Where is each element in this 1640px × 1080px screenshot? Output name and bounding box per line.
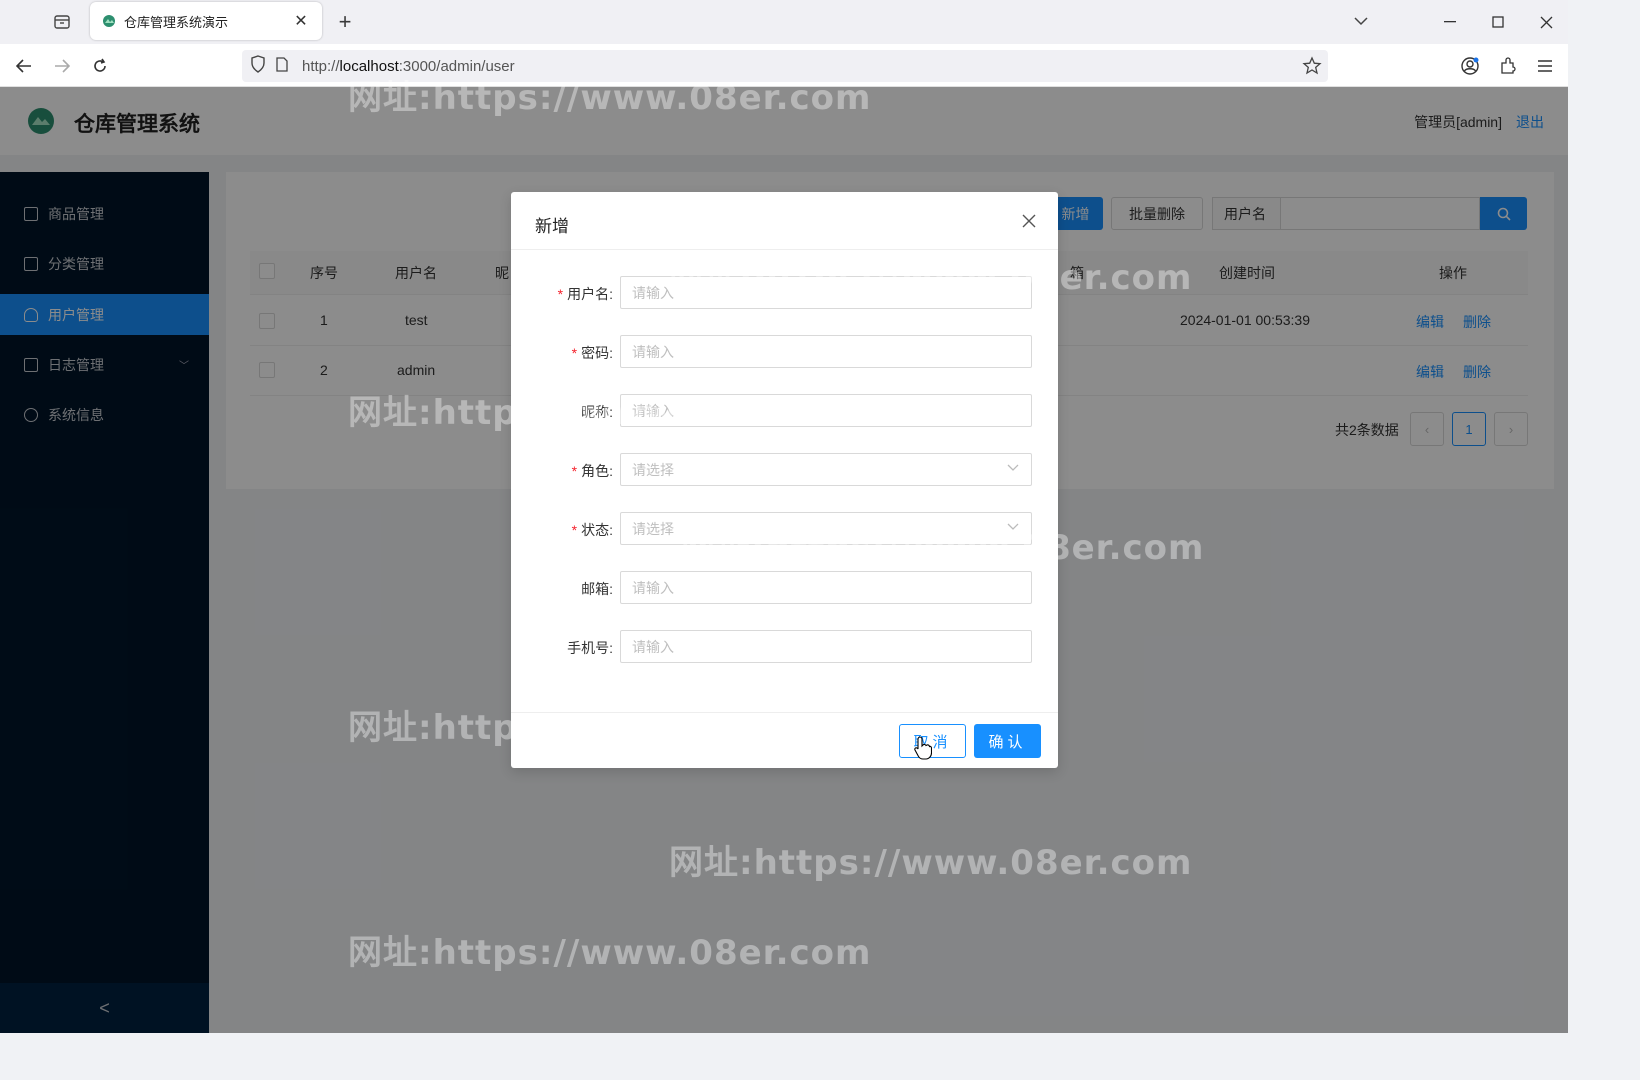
maximize-icon[interactable]: [1486, 10, 1510, 34]
nickname-input[interactable]: 请输入: [620, 394, 1032, 427]
browser-tab[interactable]: 仓库管理系统演示 ✕: [90, 2, 322, 40]
browser-tab-strip: 仓库管理系统演示 ✕ +: [0, 0, 1568, 44]
favicon-icon: [103, 15, 115, 27]
field-label-nickname: 昵称:: [581, 404, 613, 420]
address-bar[interactable]: http://localhost:3000/admin/user: [242, 50, 1328, 82]
menu-icon[interactable]: [1533, 54, 1557, 78]
page-info-icon[interactable]: [276, 56, 290, 76]
chevron-down-icon: [1007, 464, 1019, 471]
add-user-modal: 新增 * 用户名: 请输入 * 密码: 请输入 昵称: 请输入 * 角色: 请选择 *…: [511, 192, 1058, 768]
status-select-placeholder: 请选择: [632, 520, 674, 537]
forward-icon[interactable]: [50, 54, 74, 78]
shield-icon[interactable]: [250, 55, 266, 77]
url-prefix: http://: [302, 57, 340, 75]
reload-icon[interactable]: [88, 54, 112, 78]
divider: [511, 712, 1058, 713]
username-input[interactable]: 请输入: [620, 276, 1032, 309]
back-icon[interactable]: [12, 54, 36, 78]
field-label-phone: 手机号:: [567, 640, 613, 656]
status-select[interactable]: 请选择: [620, 512, 1032, 545]
url-host: localhost: [339, 57, 399, 75]
role-select[interactable]: 请选择: [620, 453, 1032, 486]
field-label-email: 邮箱:: [581, 581, 613, 597]
chevron-down-icon: [1007, 523, 1019, 530]
minimize-icon[interactable]: [1438, 10, 1462, 34]
new-tab-icon[interactable]: +: [334, 9, 356, 34]
hand-cursor-icon: [914, 736, 933, 763]
field-label-status: * 状态:: [571, 522, 613, 538]
close-tab-icon[interactable]: ✕: [292, 11, 310, 31]
tab-title: 仓库管理系统演示: [124, 14, 229, 30]
tab-list-chevron-icon[interactable]: [1350, 10, 1372, 32]
extensions-icon[interactable]: [1496, 54, 1520, 78]
cancel-button[interactable]: 取消: [899, 724, 966, 758]
divider: [511, 249, 1058, 250]
phone-input[interactable]: 请输入: [620, 630, 1032, 663]
tab-overview-icon[interactable]: [50, 10, 74, 34]
account-icon[interactable]: [1458, 54, 1482, 78]
email-input[interactable]: 请输入: [620, 571, 1032, 604]
modal-title: 新增: [535, 217, 569, 236]
field-label-username: * 用户名:: [557, 286, 613, 302]
password-input[interactable]: 请输入: [620, 335, 1032, 368]
bookmark-star-icon[interactable]: [1302, 56, 1322, 80]
field-label-password: * 密码:: [571, 345, 613, 361]
url-path: :3000/admin/user: [398, 57, 515, 75]
close-window-icon[interactable]: [1534, 10, 1558, 34]
close-icon[interactable]: [1018, 210, 1040, 232]
confirm-button[interactable]: 确认: [974, 724, 1041, 758]
role-select-placeholder: 请选择: [632, 461, 674, 478]
field-label-role: * 角色:: [571, 463, 613, 479]
